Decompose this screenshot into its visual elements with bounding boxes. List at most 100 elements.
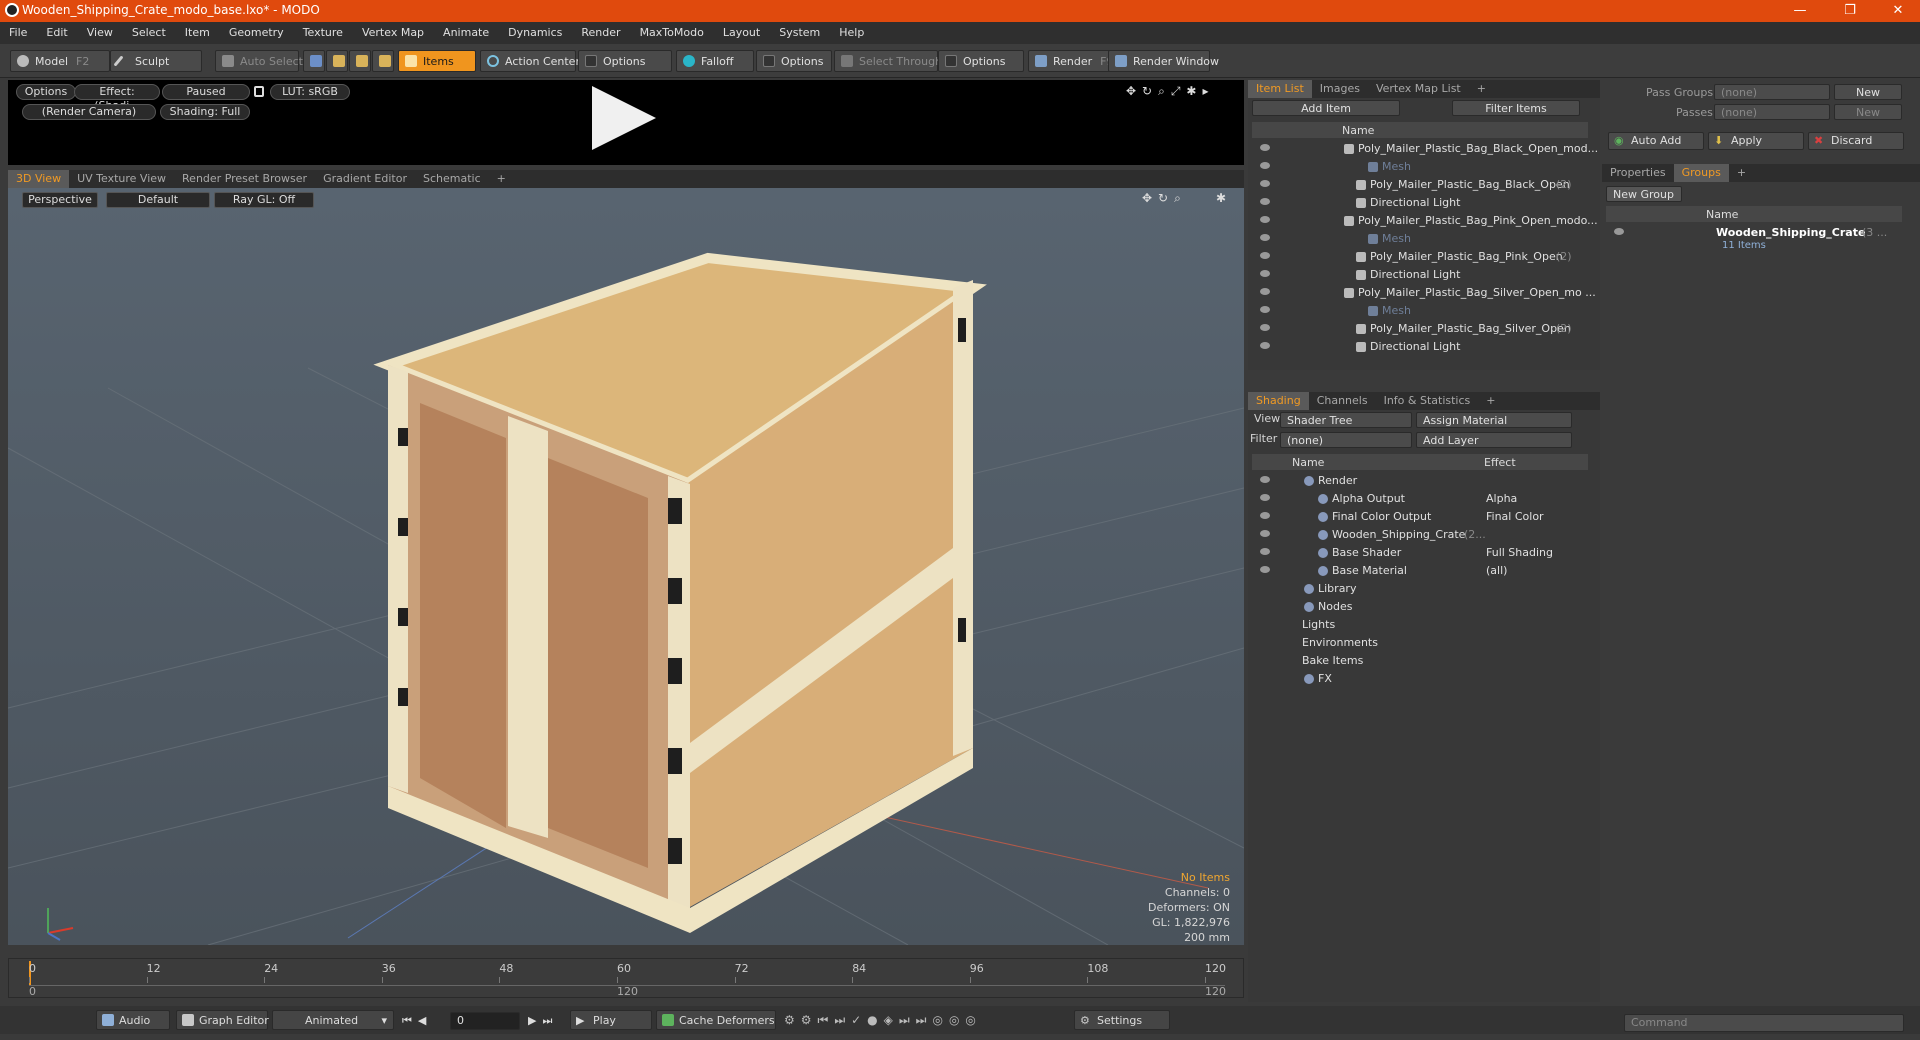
tab--[interactable]: + [489, 170, 514, 188]
menu-system[interactable]: System [770, 22, 830, 39]
menu-maxtomodo[interactable]: MaxToModo [631, 22, 714, 39]
add-item-dropdown[interactable]: Add Item [1252, 100, 1400, 116]
visibility-eye-icon[interactable] [1614, 228, 1624, 235]
discard-button[interactable]: ✖ Discard [1808, 132, 1904, 150]
play-icon[interactable] [592, 86, 656, 150]
menu-vertex-map[interactable]: Vertex Map [353, 22, 434, 39]
apply-button[interactable]: ⬇ Apply [1708, 132, 1804, 150]
select-through-options-button[interactable]: Options [938, 50, 1024, 72]
menu-file[interactable]: File [0, 22, 37, 39]
item-list-row[interactable]: Directional Light [1252, 338, 1582, 356]
shader-effect-dropdown[interactable]: Alpha [1486, 492, 1517, 505]
shader-tree-row[interactable]: Lights [1252, 616, 1582, 634]
assign-material-dropdown[interactable]: Assign Material [1416, 412, 1572, 428]
viewport-settings-icon[interactable]: ✱ [1216, 191, 1226, 205]
shader-tree-row[interactable]: Environments [1252, 634, 1582, 652]
tab-item-list[interactable]: Item List [1248, 80, 1312, 98]
paused-toggle[interactable]: Paused [162, 84, 250, 100]
menu-help[interactable]: Help [830, 22, 874, 39]
tab--[interactable]: + [1729, 164, 1754, 182]
view-dropdown[interactable]: Shader Tree [1280, 412, 1412, 428]
action-center-options-button[interactable]: Options [578, 50, 672, 72]
new-pass-group-button[interactable]: New [1834, 84, 1902, 100]
auto-select-button[interactable]: Auto Select [215, 50, 303, 72]
tab-channels[interactable]: Channels [1309, 392, 1376, 410]
visibility-eye-icon[interactable] [1260, 512, 1270, 519]
new-pass-button[interactable]: New [1834, 104, 1902, 120]
pass-groups-dropdown[interactable]: (none) [1714, 84, 1830, 100]
items-mode-button[interactable]: Items [398, 50, 476, 72]
viewport-nav-icons[interactable]: ✥↻⌕ [1142, 191, 1187, 206]
shader-tree-row[interactable]: Wooden_Shipping_Crate (2... [1252, 526, 1582, 544]
effect-dropdown[interactable]: Effect: (Shadi... [74, 84, 160, 112]
menu-texture[interactable]: Texture [294, 22, 353, 39]
menu-layout[interactable]: Layout [714, 22, 770, 39]
tab-gradient-editor[interactable]: Gradient Editor [315, 170, 415, 188]
play-button[interactable]: ▶ Play [570, 1010, 652, 1030]
perspective-dropdown[interactable]: Perspective [22, 192, 98, 208]
camera-dropdown[interactable]: (Render Camera) [22, 104, 156, 120]
shader-tree-row[interactable]: Library [1252, 580, 1582, 598]
visibility-eye-icon[interactable] [1260, 252, 1270, 259]
menu-geometry[interactable]: Geometry [220, 22, 294, 39]
materials-mode-button[interactable] [372, 50, 394, 72]
shader-effect-dropdown[interactable]: Final Color [1486, 510, 1544, 523]
filter-dropdown[interactable]: (none) [1280, 432, 1412, 448]
shader-tree-row[interactable]: Final Color Output Final Color [1252, 508, 1582, 526]
model-mode-button[interactable]: Model F2 [10, 50, 110, 72]
tab-vertex-map-list[interactable]: Vertex Map List [1368, 80, 1469, 98]
default-style-dropdown[interactable]: Default [106, 192, 210, 208]
shader-tree-row[interactable]: Base Material (all) [1252, 562, 1582, 580]
visibility-eye-icon[interactable] [1260, 162, 1270, 169]
shader-effect-dropdown[interactable]: Full Shading [1486, 546, 1553, 559]
shader-tree-row[interactable]: Alpha Output Alpha [1252, 490, 1582, 508]
step-back-buttons[interactable]: ⏮◀ [402, 1014, 432, 1028]
menu-edit[interactable]: Edit [37, 22, 77, 39]
tab-images[interactable]: Images [1312, 80, 1368, 98]
tab--[interactable]: + [1478, 392, 1503, 410]
visibility-eye-icon[interactable] [1260, 234, 1270, 241]
item-list-row[interactable]: Mesh [1252, 302, 1582, 320]
visibility-eye-icon[interactable] [1260, 144, 1270, 151]
group-row[interactable]: Wooden_Shipping_Crate (3 ... 11 Items [1606, 224, 1902, 251]
cache-deformers-button[interactable]: Cache Deformers [656, 1010, 776, 1030]
tab-uv-texture-view[interactable]: UV Texture View [69, 170, 174, 188]
tab-info-statistics[interactable]: Info & Statistics [1376, 392, 1479, 410]
auto-add-button[interactable]: ◉ Auto Add [1608, 132, 1704, 150]
item-list-row[interactable]: Poly_Mailer_Plastic_Bag_Black_Open_mod..… [1252, 140, 1598, 158]
visibility-eye-icon[interactable] [1260, 270, 1270, 277]
menu-select[interactable]: Select [123, 22, 176, 39]
item-list-row[interactable]: Directional Light [1252, 194, 1582, 212]
render-button[interactable]: Render F9 [1028, 50, 1114, 72]
visibility-eye-icon[interactable] [1260, 548, 1270, 555]
tab--[interactable]: + [1469, 80, 1494, 98]
close-button[interactable]: ✕ [1878, 1, 1918, 21]
shader-effect-dropdown[interactable]: (all) [1486, 564, 1507, 577]
preview-options-button[interactable]: Options [16, 84, 76, 100]
settings-button[interactable]: ⚙ Settings [1074, 1010, 1170, 1030]
item-list-row[interactable]: Poly_Mailer_Plastic_Bag_Pink_Open (2) [1252, 248, 1582, 266]
shader-tree-row[interactable]: Nodes [1252, 598, 1582, 616]
animated-dropdown[interactable]: Animated ▾ [272, 1010, 394, 1030]
edges-mode-button[interactable] [326, 50, 348, 72]
raygl-dropdown[interactable]: Ray GL: Off [214, 192, 314, 208]
visibility-eye-icon[interactable] [1260, 216, 1270, 223]
visibility-eye-icon[interactable] [1260, 342, 1270, 349]
3d-viewport[interactable] [8, 188, 1244, 945]
item-list-row[interactable]: Poly_Mailer_Plastic_Bag_Pink_Open_modo..… [1252, 212, 1598, 230]
step-forward-buttons[interactable]: ▶⏭ [528, 1014, 558, 1028]
lock-icon[interactable] [254, 86, 264, 97]
graph-editor-button[interactable]: Graph Editor [176, 1010, 269, 1030]
action-center-button[interactable]: Action Center [480, 50, 580, 72]
tab-properties[interactable]: Properties [1602, 164, 1674, 182]
item-list-row[interactable]: Directional Light [1252, 266, 1582, 284]
frame-input[interactable]: 0 [450, 1012, 520, 1030]
preview-nav-icons[interactable]: ✥↻⌕⤢✱▸ [1126, 84, 1215, 99]
passes-dropdown[interactable]: (none) [1714, 104, 1830, 120]
new-group-button[interactable]: New Group [1606, 186, 1682, 202]
tab-render-preset-browser[interactable]: Render Preset Browser [174, 170, 315, 188]
visibility-eye-icon[interactable] [1260, 530, 1270, 537]
select-through-button[interactable]: Select Through [834, 50, 942, 72]
visibility-eye-icon[interactable] [1260, 476, 1270, 483]
visibility-eye-icon[interactable] [1260, 494, 1270, 501]
